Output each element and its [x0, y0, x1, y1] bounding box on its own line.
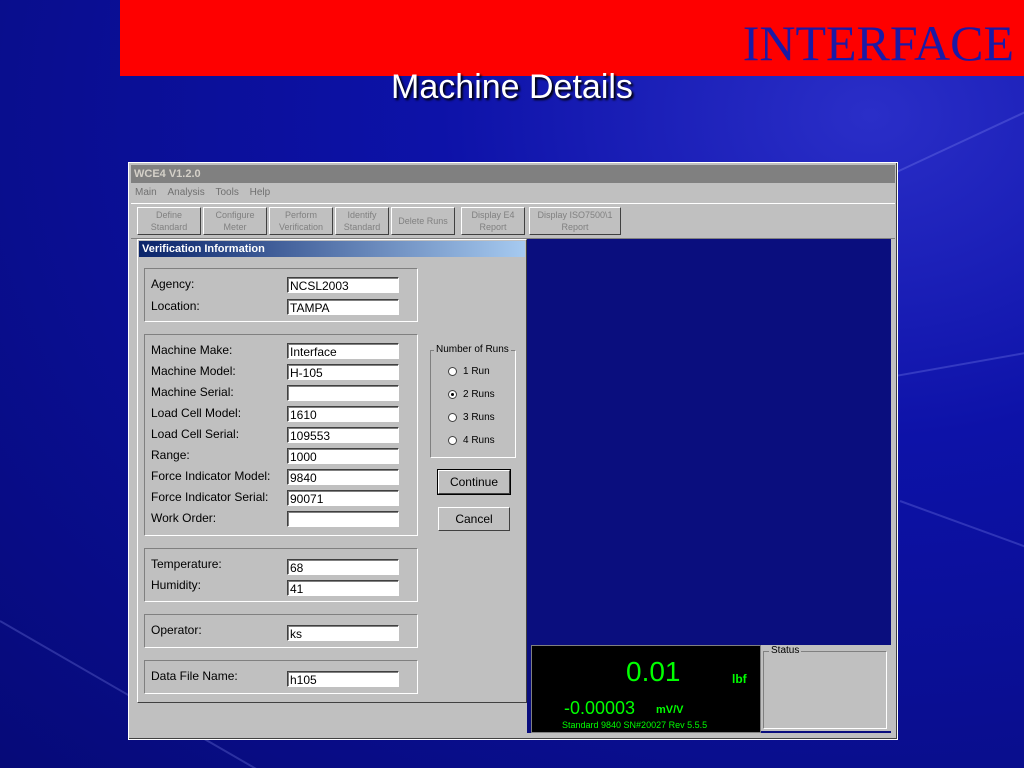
operator-group: Operator: ks: [144, 614, 418, 648]
force-indicator-model-label: Force Indicator Model:: [151, 469, 271, 483]
agency-label: Agency:: [151, 277, 195, 291]
load-cell-model-label: Load Cell Model:: [151, 406, 242, 420]
machine-model-field[interactable]: H-105: [287, 364, 399, 380]
humidity-label: Humidity:: [151, 578, 202, 592]
agency-field[interactable]: NCSL2003: [287, 277, 399, 293]
continue-button[interactable]: Continue: [437, 469, 511, 495]
status-panel: Status: [761, 645, 891, 731]
number-of-runs-legend: Number of Runs: [434, 344, 511, 355]
menu-tools[interactable]: Tools: [216, 187, 239, 198]
brand-logo-text: INTERFACE: [742, 15, 1014, 71]
force-unit: lbf: [732, 672, 747, 686]
status-legend: Status: [769, 645, 802, 656]
load-cell-model-field[interactable]: 1610: [287, 406, 399, 422]
radio-button-selected-icon: [448, 390, 457, 399]
menu-main[interactable]: Main: [135, 187, 157, 198]
identify-standard-button[interactable]: Identify Standard: [335, 207, 389, 235]
window-titlebar: WCE4 V1.2.0: [131, 165, 895, 183]
radio-3-runs[interactable]: 3 Runs: [448, 412, 495, 423]
humidity-field[interactable]: 41: [287, 580, 399, 596]
force-value: 0.01: [626, 656, 681, 687]
slide-title: Machine Details: [391, 68, 633, 106]
machine-model-label: Machine Model:: [151, 364, 236, 378]
agency-group: Agency: NCSL2003 Location: TAMPA: [144, 268, 418, 322]
temperature-field[interactable]: 68: [287, 559, 399, 575]
radio-1-run[interactable]: 1 Run: [448, 366, 490, 377]
menubar: Main Analysis Tools Help: [131, 184, 895, 202]
menu-help[interactable]: Help: [250, 187, 271, 198]
standard-info: Standard 9840 SN#20027 Rev 5.5.5: [562, 720, 708, 730]
location-label: Location:: [151, 299, 200, 313]
location-field[interactable]: TAMPA: [287, 299, 399, 315]
configure-meter-button[interactable]: Configure Meter: [203, 207, 267, 235]
live-readout: 0.01 lbf -0.00003 mV/V Standard 9840 SN#…: [531, 645, 761, 733]
panel-title: Verification Information: [139, 241, 525, 257]
load-cell-serial-label: Load Cell Serial:: [151, 427, 240, 441]
load-cell-serial-field[interactable]: 109553: [287, 427, 399, 443]
temperature-label: Temperature:: [151, 557, 222, 571]
range-field[interactable]: 1000: [287, 448, 399, 464]
display-iso-report-button[interactable]: Display ISO7500\1 Report: [529, 207, 621, 235]
machine-make-label: Machine Make:: [151, 343, 233, 357]
signal-value: -0.00003: [564, 698, 636, 718]
data-file-label: Data File Name:: [151, 669, 238, 683]
environment-group: Temperature: 68 Humidity: 41: [144, 548, 418, 602]
cancel-button[interactable]: Cancel: [438, 507, 510, 531]
toolbar: Define Standard Configure Meter Perform …: [131, 203, 895, 239]
force-indicator-serial-field[interactable]: 90071: [287, 490, 399, 506]
machine-serial-field[interactable]: [287, 385, 399, 401]
radio-4-runs[interactable]: 4 Runs: [448, 435, 495, 446]
radio-button-icon: [448, 413, 457, 422]
force-indicator-serial-label: Force Indicator Serial:: [151, 490, 269, 504]
data-file-group: Data File Name: h105: [144, 660, 418, 694]
radio-button-icon: [448, 436, 457, 445]
display-e4-report-button[interactable]: Display E4 Report: [461, 207, 525, 235]
app-window: WCE4 V1.2.0 Main Analysis Tools Help Def…: [128, 162, 898, 740]
range-label: Range:: [151, 448, 190, 462]
number-of-runs-group: Number of Runs 1 Run 2 Runs 3 Runs 4 Run…: [430, 344, 516, 458]
data-file-field[interactable]: h105: [287, 671, 399, 687]
define-standard-button[interactable]: Define Standard: [137, 207, 201, 235]
work-order-field[interactable]: [287, 511, 399, 527]
work-order-label: Work Order:: [151, 511, 217, 525]
machine-group: Machine Make: Interface Machine Model: H…: [144, 334, 418, 536]
operator-label: Operator:: [151, 623, 202, 637]
operator-field[interactable]: ks: [287, 625, 399, 641]
signal-unit: mV/V: [656, 704, 684, 716]
machine-make-field[interactable]: Interface: [287, 343, 399, 359]
menu-analysis[interactable]: Analysis: [167, 187, 204, 198]
machine-serial-label: Machine Serial:: [151, 385, 234, 399]
force-indicator-model-field[interactable]: 9840: [287, 469, 399, 485]
radio-button-icon: [448, 367, 457, 376]
verification-panel: Verification Information Agency: NCSL200…: [137, 239, 527, 703]
radio-2-runs[interactable]: 2 Runs: [448, 389, 495, 400]
delete-runs-button[interactable]: Delete Runs: [391, 207, 455, 235]
perform-verification-button[interactable]: Perform Verification: [269, 207, 333, 235]
brand-bar: INTERFACE: [120, 0, 1024, 76]
